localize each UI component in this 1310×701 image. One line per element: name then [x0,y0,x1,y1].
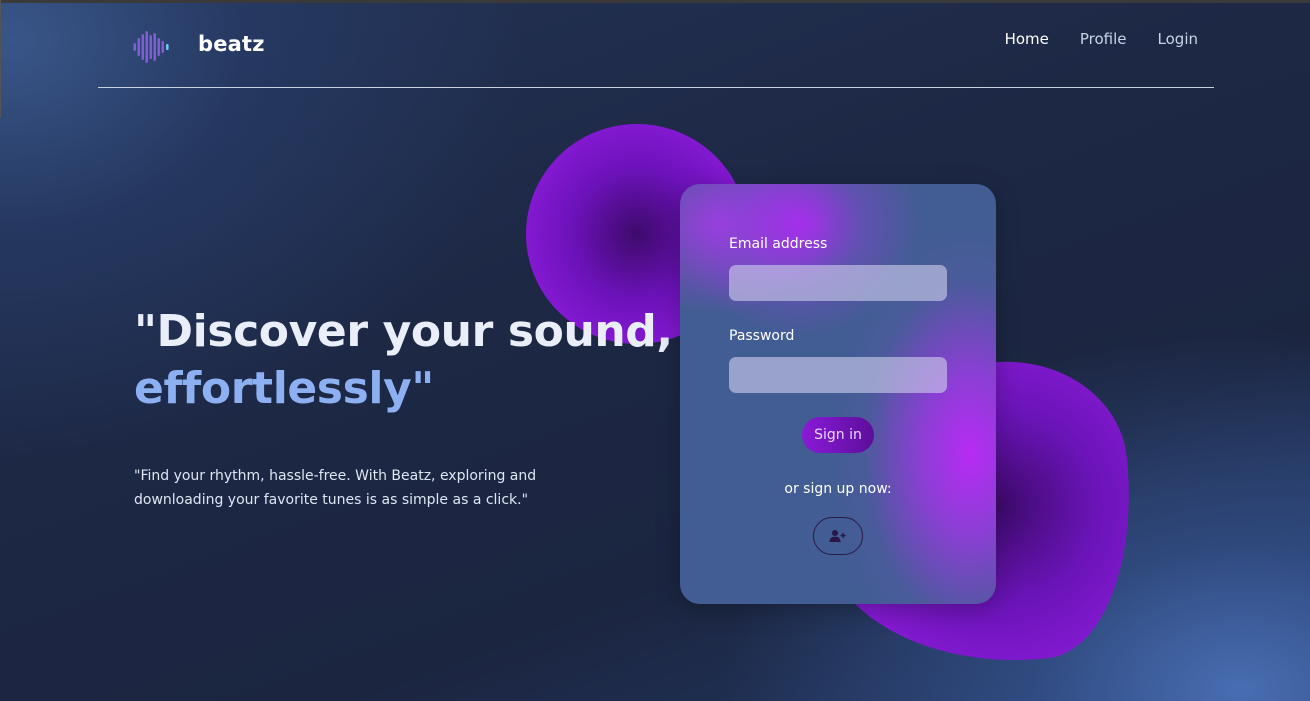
signup-prompt: or sign up now: [784,481,892,497]
brand-name: beatz [198,32,265,56]
password-field[interactable] [729,357,947,393]
login-card: Email address Password Sign in or sign u… [680,184,996,604]
user-plus-icon [829,530,846,542]
hero-tagline: "Find your rhythm, hassle-free. With Bea… [134,468,537,508]
email-label: Email address [729,236,828,252]
brand[interactable]: beatz [132,29,265,65]
main-nav: Home Profile Login [1005,30,1198,48]
sign-up-button[interactable] [813,517,863,555]
email-field[interactable] [729,265,947,301]
hero-headline: "Discover your sound, effortlessly" [134,303,673,417]
nav-home[interactable]: Home [1005,30,1049,48]
nav-login[interactable]: Login [1158,30,1198,48]
headline-line2: effortlessly" [134,363,434,414]
nav-profile[interactable]: Profile [1080,30,1127,48]
window-left-border [0,0,1,118]
headline-line1: "Discover your sound, [134,306,673,357]
sound-wave-icon [133,31,169,63]
sign-in-button[interactable]: Sign in [802,417,874,453]
nav-divider [98,87,1214,88]
password-label: Password [729,328,795,344]
window-top-border [0,0,1310,3]
